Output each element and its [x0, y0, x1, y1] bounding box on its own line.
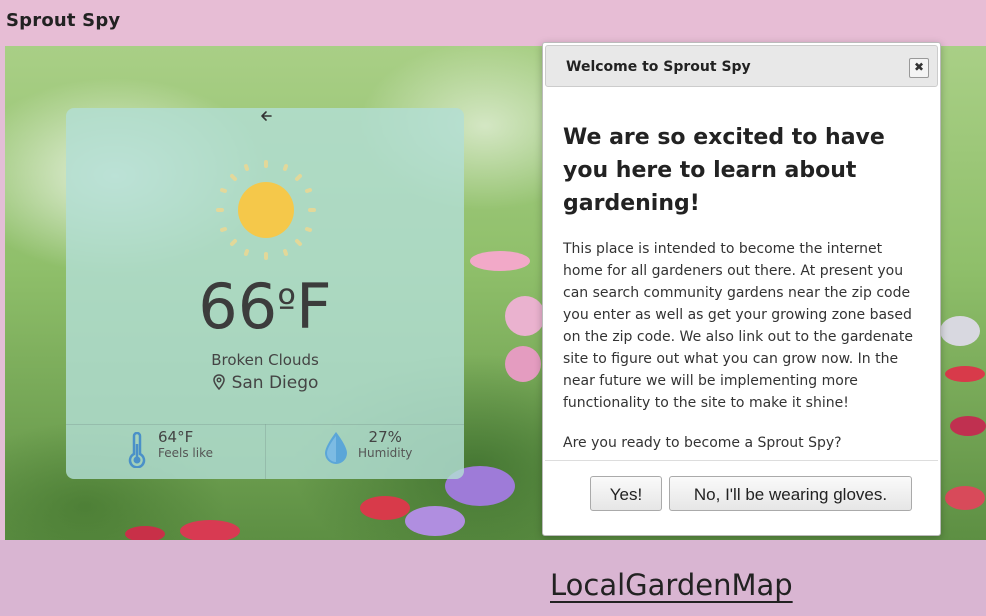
back-arrow-icon[interactable] — [258, 108, 274, 128]
temperature-display: 66ºF — [66, 270, 464, 343]
flower-decoration — [945, 486, 985, 510]
humidity-label: Humidity — [358, 446, 413, 460]
city-name: San Diego — [231, 373, 319, 393]
temperature-unit: F — [296, 270, 332, 343]
flower-decoration — [405, 506, 465, 536]
flower-decoration — [505, 346, 541, 382]
flower-decoration — [505, 296, 545, 336]
welcome-modal: Welcome to Sprout Spy ✖ We are so excite… — [542, 42, 941, 536]
modal-body: We are so excited to have you here to le… — [563, 121, 923, 454]
water-drop-icon — [322, 430, 350, 470]
bottom-bar — [0, 540, 986, 616]
modal-description: This place is intended to become the int… — [563, 241, 913, 411]
modal-question: Are you ready to become a Sprout Spy? — [563, 435, 842, 451]
modal-title: Welcome to Sprout Spy — [566, 59, 751, 75]
location: San Diego — [66, 373, 464, 395]
feels-like-label: Feels like — [158, 446, 213, 460]
feels-like-value: 64°F — [158, 428, 194, 446]
divider — [545, 460, 938, 461]
flower-decoration — [360, 496, 410, 520]
divider — [265, 424, 266, 479]
flower-decoration — [470, 251, 530, 271]
modal-heading: We are so excited to have you here to le… — [563, 125, 885, 216]
flower-decoration — [940, 316, 980, 346]
modal-header: Welcome to Sprout Spy ✖ — [545, 45, 938, 87]
temperature-value: 66 — [198, 270, 278, 343]
weather-condition: Broken Clouds — [211, 351, 319, 369]
no-button[interactable]: No, I'll be wearing gloves. — [669, 476, 912, 511]
weather-card: 66ºF Broken Clouds San Diego 64°F Feels … — [66, 108, 464, 479]
flower-decoration — [180, 520, 240, 540]
flower-decoration — [125, 526, 165, 540]
flower-decoration — [950, 416, 986, 436]
location-pin-icon — [212, 374, 226, 395]
local-garden-map-link[interactable]: LocalGardenMap — [550, 568, 793, 602]
humidity-value: 27% — [368, 428, 402, 446]
close-icon[interactable]: ✖ — [909, 58, 929, 78]
brand-logo[interactable]: Sprout Spy — [6, 10, 120, 31]
yes-button[interactable]: Yes! — [590, 476, 662, 511]
sun-icon — [216, 160, 316, 260]
top-bar: Sprout Spy — [0, 0, 986, 46]
degree-symbol: º — [277, 282, 297, 328]
flower-decoration — [945, 366, 985, 382]
thermometer-icon — [124, 431, 150, 472]
